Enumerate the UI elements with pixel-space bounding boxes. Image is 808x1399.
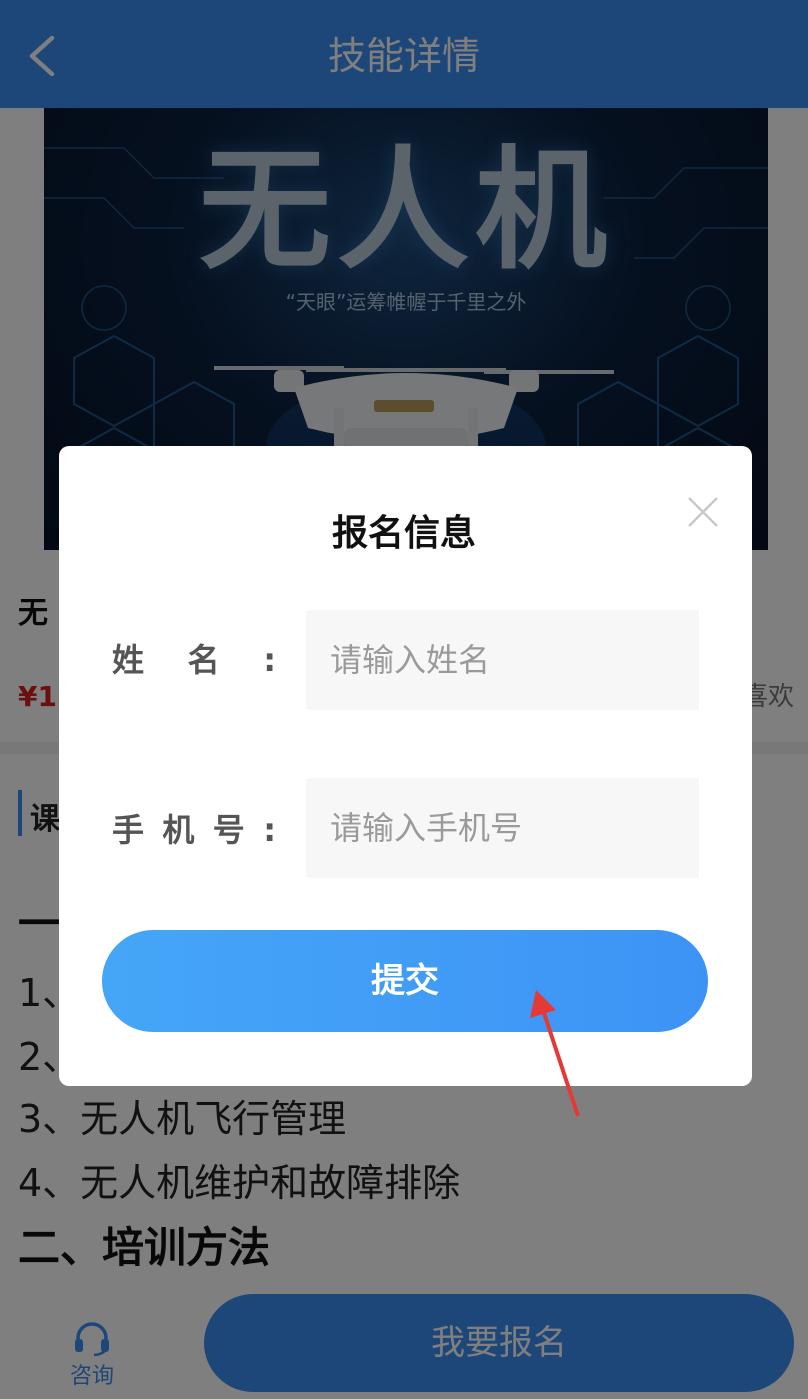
phone-input[interactable]: [306, 778, 699, 878]
close-icon: [688, 497, 718, 527]
name-label: 姓名:: [112, 641, 276, 679]
phone-label: 手机号:: [112, 811, 276, 849]
name-input[interactable]: [306, 610, 699, 710]
submit-button[interactable]: 提交: [102, 930, 708, 1032]
close-button[interactable]: [683, 492, 723, 532]
